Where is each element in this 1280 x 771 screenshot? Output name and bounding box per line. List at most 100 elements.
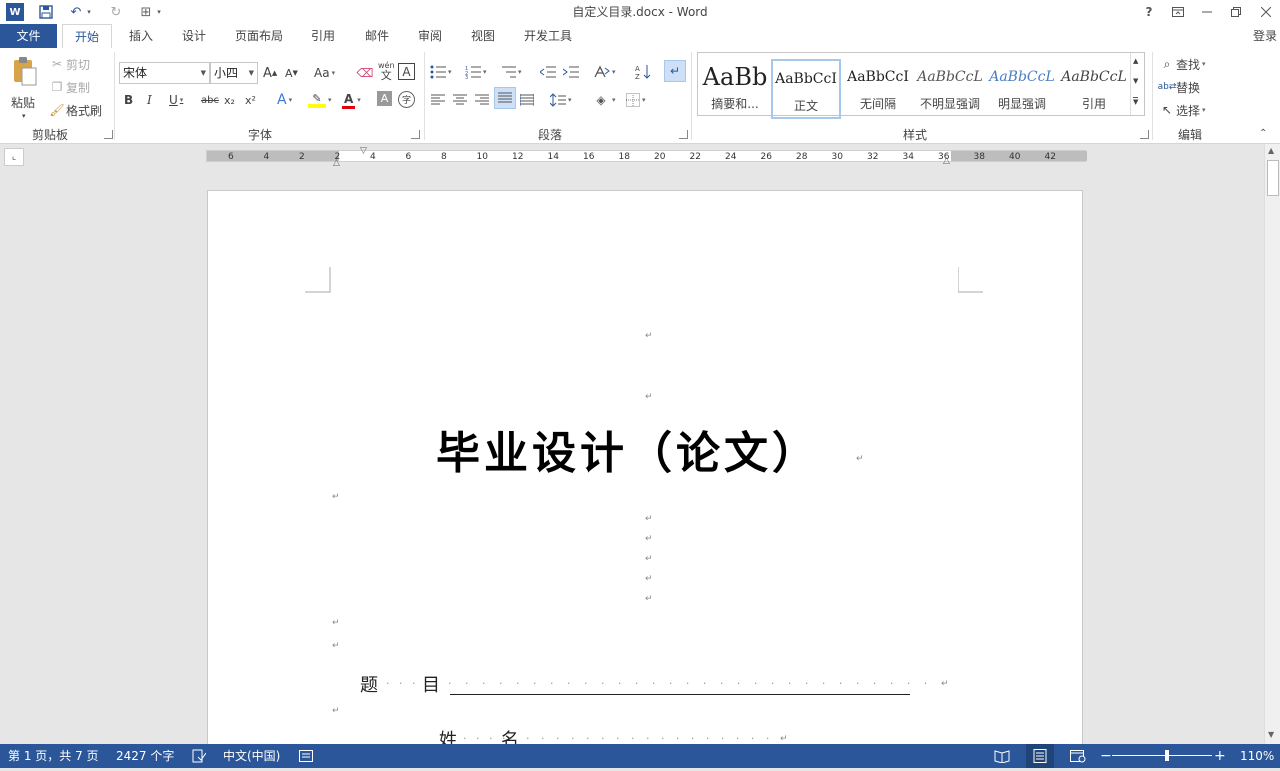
subscript-button[interactable]: x₂ xyxy=(224,90,235,110)
increase-indent-button[interactable] xyxy=(563,62,579,82)
signin-link[interactable]: 登录 xyxy=(1250,24,1280,48)
tab-home[interactable]: 开始 xyxy=(62,24,112,48)
chinese-layout-button[interactable]: ▾ xyxy=(594,62,616,82)
paste-button[interactable]: 粘贴 ▾ xyxy=(8,54,42,120)
document-area[interactable]: ↵ ↵ 毕业设计（论文） ↵ ↵ ↵ ↵ ↵ ↵ ↵ ↵ ↵ 题 · · · 目… xyxy=(0,168,1264,744)
styles-launcher-icon[interactable] xyxy=(1140,130,1149,139)
tab-insert[interactable]: 插入 xyxy=(118,24,164,48)
distributed-button[interactable] xyxy=(520,90,534,110)
paragraph-launcher-icon[interactable] xyxy=(679,130,688,139)
close-icon[interactable] xyxy=(1254,2,1278,22)
style-intense-emphasis[interactable]: AaBbCcL 明显强调 xyxy=(987,59,1057,119)
bullets-button[interactable]: ▾ xyxy=(430,62,452,82)
read-mode-icon[interactable] xyxy=(994,744,1010,768)
word-app-icon[interactable]: W xyxy=(6,3,24,21)
styles-more-icon[interactable]: ▼ xyxy=(1133,97,1139,106)
proofing-icon[interactable] xyxy=(192,744,207,768)
document-page[interactable]: ↵ ↵ 毕业设计（论文） ↵ ↵ ↵ ↵ ↵ ↵ ↵ ↵ ↵ 题 · · · 目… xyxy=(207,190,1083,744)
vertical-scrollbar[interactable]: ▲ ▼ xyxy=(1264,144,1280,744)
tab-file[interactable]: 文件 xyxy=(0,24,57,48)
numbering-button[interactable]: 1 2 3 ▾ xyxy=(465,62,487,82)
shading-button[interactable]: ◈ ▾ xyxy=(592,90,615,110)
macro-recording-icon[interactable] xyxy=(299,744,313,768)
language-status[interactable]: 中文(中国) xyxy=(223,744,280,768)
restore-icon[interactable] xyxy=(1224,2,1248,22)
customize-qat-icon[interactable]: ▾ xyxy=(154,2,164,22)
font-name-dropdown-icon[interactable]: ▼ xyxy=(201,63,206,83)
style-quote[interactable]: AaBbCcL 引用 xyxy=(1059,59,1129,119)
ribbon-display-options-icon[interactable] xyxy=(1166,2,1190,22)
tab-selector-icon[interactable]: ⌞ xyxy=(4,148,24,166)
zoom-out-icon[interactable]: − xyxy=(1100,744,1112,768)
styles-down-icon[interactable]: ▼ xyxy=(1133,77,1138,85)
tab-review[interactable]: 审阅 xyxy=(407,24,453,48)
shrink-font-button[interactable]: A ▼ xyxy=(285,63,298,83)
scroll-up-icon[interactable]: ▲ xyxy=(1268,146,1274,155)
font-size-dropdown-icon[interactable]: ▼ xyxy=(249,63,254,83)
zoom-slider-thumb[interactable] xyxy=(1164,750,1169,761)
tab-design[interactable]: 设计 xyxy=(171,24,217,48)
help-button[interactable]: ? xyxy=(1137,2,1161,22)
align-right-button[interactable] xyxy=(475,90,489,110)
decrease-indent-button[interactable] xyxy=(540,62,556,82)
cut-button[interactable]: ✂ 剪切 xyxy=(48,54,90,74)
style-normal[interactable]: AaBbCcI 正文 xyxy=(771,59,841,119)
tab-references[interactable]: 引用 xyxy=(300,24,346,48)
clipboard-launcher-icon[interactable] xyxy=(104,130,113,139)
zoom-slider-track[interactable] xyxy=(1112,755,1212,756)
tab-developer[interactable]: 开发工具 xyxy=(514,24,582,48)
justify-button[interactable] xyxy=(494,87,516,109)
styles-up-icon[interactable]: ▲ xyxy=(1133,57,1138,65)
save-icon[interactable] xyxy=(36,2,56,22)
copy-button[interactable]: ❐ 复制 xyxy=(48,77,90,97)
style-abstract[interactable]: AaBb 摘要和... xyxy=(700,59,770,119)
highlight-button[interactable]: ✎ ▾ xyxy=(308,90,332,110)
first-line-indent-marker[interactable]: ▽ xyxy=(360,146,367,156)
print-layout-icon[interactable] xyxy=(1026,744,1054,768)
char-shading-button[interactable]: A xyxy=(377,91,392,106)
font-size-combo[interactable]: 小四 ▼ xyxy=(210,62,258,84)
scroll-down-icon[interactable]: ▼ xyxy=(1268,730,1274,739)
scroll-thumb[interactable] xyxy=(1267,160,1279,196)
tab-mailings[interactable]: 邮件 xyxy=(354,24,400,48)
borders-button[interactable]: ▾ xyxy=(626,90,646,110)
enclose-char-button[interactable]: 字 xyxy=(398,91,415,108)
hanging-indent-marker[interactable]: △ xyxy=(333,158,340,168)
redo-icon[interactable]: ↻ xyxy=(106,2,126,22)
underline-button[interactable]: U ▾ xyxy=(169,90,183,110)
right-indent-marker[interactable]: △ xyxy=(943,156,950,166)
undo-dropdown-icon[interactable]: ▾ xyxy=(84,2,94,22)
align-center-button[interactable] xyxy=(453,90,467,110)
style-no-spacing[interactable]: AaBbCcI 无间隔 xyxy=(843,59,913,119)
page-count-status[interactable]: 第 1 页，共 7 页 xyxy=(8,744,99,768)
italic-button[interactable]: I xyxy=(147,90,152,110)
format-painter-button[interactable]: 🖌 格式刷 xyxy=(48,100,102,120)
select-button[interactable]: ↖ 选择 ▾ xyxy=(1158,100,1206,120)
multilevel-list-button[interactable]: ▾ xyxy=(500,62,522,82)
clear-formatting-button[interactable]: ⌫ xyxy=(356,63,374,83)
sort-button[interactable]: AZ xyxy=(635,62,651,82)
style-subtle-emphasis[interactable]: AaBbCcL 不明显强调 xyxy=(915,59,985,119)
undo-icon[interactable]: ↶ xyxy=(66,2,86,22)
collapse-ribbon-icon[interactable]: ⌃ xyxy=(1259,128,1267,139)
zoom-level[interactable]: 110% xyxy=(1240,744,1274,768)
minimize-icon[interactable] xyxy=(1195,2,1219,22)
tab-view[interactable]: 视图 xyxy=(460,24,506,48)
web-layout-icon[interactable] xyxy=(1070,744,1086,768)
find-button[interactable]: ⌕ 查找 ▾ xyxy=(1158,54,1206,74)
change-case-button[interactable]: Aa ▾ xyxy=(314,63,335,83)
zoom-in-icon[interactable]: + xyxy=(1214,744,1226,768)
char-border-button[interactable]: A xyxy=(398,63,415,80)
tab-page-layout[interactable]: 页面布局 xyxy=(225,24,293,48)
touch-mode-icon[interactable]: ⊞ xyxy=(136,2,156,22)
strikethrough-button[interactable]: abc xyxy=(201,90,219,110)
show-formatting-marks-button[interactable]: ↵ xyxy=(664,60,686,82)
font-launcher-icon[interactable] xyxy=(411,130,420,139)
align-left-button[interactable] xyxy=(431,90,445,110)
text-effects-button[interactable]: A ▾ xyxy=(277,90,292,110)
replace-button[interactable]: ab⇄ 替换 xyxy=(1158,77,1200,97)
phonetic-guide-button[interactable]: wén 文 xyxy=(378,61,395,81)
word-count-status[interactable]: 2427 个字 xyxy=(116,744,174,768)
line-spacing-button[interactable]: ▾ xyxy=(550,90,572,110)
superscript-button[interactable]: x² xyxy=(245,90,256,110)
